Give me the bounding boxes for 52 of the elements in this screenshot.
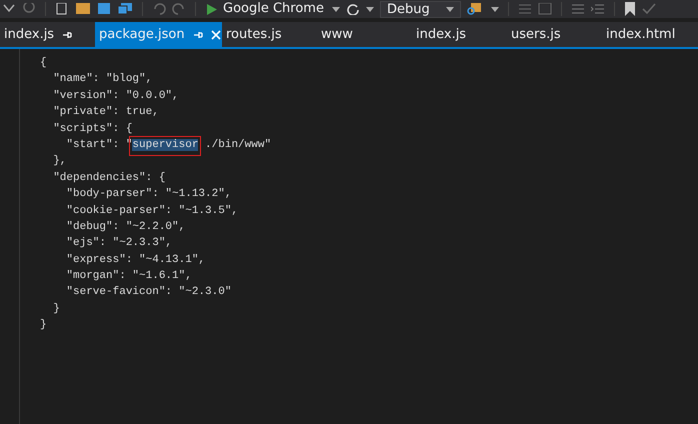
file-tab[interactable]: users.js [507, 22, 602, 47]
save-all-icon[interactable] [117, 3, 133, 15]
tab-label: routes.js [226, 27, 282, 42]
close-icon[interactable] [210, 30, 221, 40]
check-icon[interactable] [642, 3, 656, 15]
code-line: "debug": "~2.2.0", [65, 220, 186, 235]
code-line: "ejs": "~2.3.3", [65, 236, 172, 252]
code-line: "express": "~4.13.1", [65, 252, 206, 268]
align-icon[interactable] [518, 3, 532, 15]
file-tab[interactable]: index.js [412, 22, 507, 47]
caret-icon [446, 6, 454, 12]
code-line: "name": "blog", [52, 72, 152, 88]
caret-icon[interactable] [490, 6, 499, 12]
tab-label: package.json [99, 27, 185, 42]
new-file-icon[interactable] [55, 3, 69, 15]
code-line: "start": "supervisor ./bin/www" [40, 136, 272, 154]
code-line: "version": "0.0.0", [52, 88, 179, 104]
tab-label: users.js [511, 27, 561, 42]
refresh-icon[interactable] [346, 3, 360, 15]
code-line: "scripts": { [52, 122, 132, 137]
caret-icon[interactable] [366, 6, 374, 12]
list-icon[interactable] [570, 3, 585, 15]
file-tab[interactable]: package.json [95, 22, 222, 47]
code-line: }, [52, 154, 66, 170]
code-line: "cookie-parser": "~1.3.5", [65, 204, 238, 219]
configuration-dropdown[interactable]: Debug [380, 0, 461, 18]
pin-icon[interactable] [62, 30, 72, 40]
code-line: "morgan": "~1.6.1", [65, 269, 192, 284]
file-tab[interactable]: index.html [602, 22, 697, 47]
caret-icon[interactable] [332, 6, 340, 12]
code-line: "body-parser": "~1.13.2", [65, 187, 232, 202]
play-icon [207, 4, 217, 14]
code-line: } [52, 302, 60, 317]
file-tab[interactable]: www [317, 22, 412, 47]
run-button[interactable]: Google Chrome [205, 1, 326, 17]
undo-icon[interactable] [152, 3, 166, 15]
code-line: "private": true, [52, 105, 159, 120]
folder-icon[interactable] [75, 3, 91, 15]
tab-label: index.html [606, 27, 676, 42]
file-tab[interactable]: index.js [0, 22, 95, 47]
columns-icon[interactable] [538, 3, 552, 15]
code-line: "dependencies": { [52, 170, 166, 186]
file-tab[interactable]: routes.js [222, 22, 317, 47]
code-line: { [40, 56, 47, 71]
save-icon[interactable] [97, 3, 111, 15]
indent-icon[interactable] [590, 3, 605, 15]
tab-label: index.js [4, 27, 54, 42]
code-line: } [40, 318, 47, 334]
tab-label: www [321, 27, 353, 42]
bookmark-icon[interactable] [624, 2, 636, 16]
tab-label: index.js [416, 27, 466, 42]
code-line: "serve-favicon": "~2.3.0" [65, 285, 232, 300]
